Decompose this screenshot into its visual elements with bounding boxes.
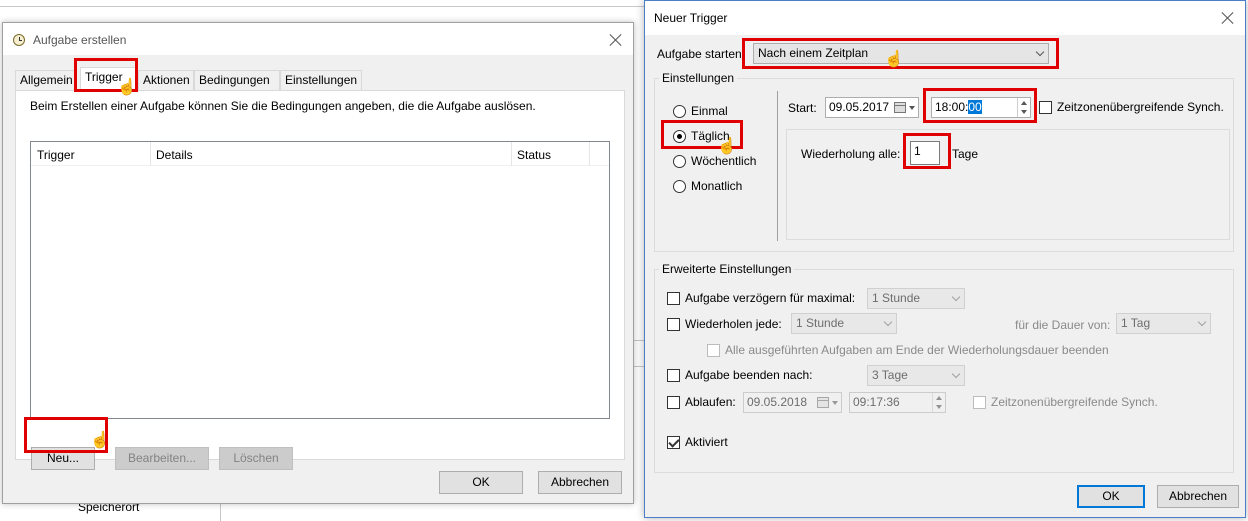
repeat-checkbox[interactable] — [667, 318, 680, 331]
stop-after-checkbox[interactable] — [667, 369, 680, 382]
duration-value: 1 Tag — [1121, 316, 1151, 330]
edit-trigger-button[interactable]: Bearbeiten... — [115, 447, 209, 470]
stop-all-label: Alle ausgeführten Aufgaben am Ende der W… — [725, 343, 1109, 357]
sync-timezones-label: Zeitzonenübergreifende Synch. — [1057, 100, 1224, 114]
tab-actions[interactable]: Aktionen — [138, 70, 194, 90]
trigger-tab-panel: Beim Erstellen einer Aufgabe können Sie … — [15, 90, 625, 470]
spin-down-icon[interactable] — [936, 405, 942, 409]
delay-select[interactable]: 1 Stunde — [867, 288, 965, 309]
column-header-trigger[interactable]: Trigger — [37, 148, 75, 162]
expire-checkbox[interactable] — [667, 396, 680, 409]
chevron-down-icon — [951, 292, 961, 302]
start-date-value: 09.05.2017 — [829, 100, 890, 114]
delay-value: 1 Stunde — [872, 291, 921, 305]
stop-after-label: Aufgabe beenden nach: — [685, 368, 813, 382]
enabled-label: Aktiviert — [685, 435, 728, 449]
hand-cursor-icon: ☝ — [117, 79, 137, 96]
start-label: Start: — [788, 101, 817, 115]
delete-trigger-button[interactable]: Löschen — [219, 447, 293, 470]
dialog-title: Neuer Trigger — [654, 11, 728, 25]
title-bar: Aufgabe erstellen — [3, 23, 633, 55]
highlight-box — [903, 133, 951, 169]
background-divider — [220, 504, 221, 521]
radio-once-label: Einmal — [691, 104, 728, 118]
radio-weekly[interactable] — [673, 155, 686, 168]
column-divider — [150, 142, 151, 166]
chevron-down-icon — [883, 317, 893, 327]
repeat-select[interactable]: 1 Stunde — [791, 313, 897, 334]
start-task-label: Aufgabe starten: — [657, 47, 746, 61]
settings-group-title: Einstellungen — [659, 71, 738, 85]
column-header-status[interactable]: Status — [517, 148, 551, 162]
column-header-details[interactable]: Details — [156, 148, 193, 162]
expire-label: Ablaufen: — [685, 395, 736, 409]
expire-time-value: 09:17:36 — [853, 395, 900, 409]
column-divider — [589, 142, 590, 166]
dialog-title: Aufgabe erstellen — [33, 33, 127, 47]
trigger-list[interactable]: Trigger Details Status — [30, 141, 610, 419]
daily-settings-panel — [786, 129, 1230, 240]
stop-after-select[interactable]: 3 Tage — [867, 365, 965, 386]
start-date-picker[interactable]: 09.05.2017 — [825, 97, 919, 118]
trigger-cancel-button[interactable]: Abbrechen — [1157, 485, 1239, 508]
dropdown-arrow-icon — [832, 401, 838, 405]
advanced-settings-title: Erweiterte Einstellungen — [659, 262, 795, 276]
chevron-down-icon — [951, 369, 961, 379]
radio-weekly-label: Wöchentlich — [691, 154, 757, 168]
duration-select[interactable]: 1 Tag — [1116, 313, 1211, 334]
tab-general[interactable]: Allgemein — [15, 70, 77, 90]
expire-sync-label: Zeitzonenübergreifende Synch. — [991, 395, 1158, 409]
ok-button[interactable]: OK — [439, 471, 523, 494]
cancel-button[interactable]: Abbrechen — [538, 471, 622, 494]
new-trigger-dialog: Neuer Trigger Aufgabe starten: Nach eine… — [644, 0, 1246, 518]
tab-settings[interactable]: Einstellungen — [280, 70, 362, 90]
sync-timezones-checkbox[interactable] — [1039, 101, 1052, 114]
highlight-box — [923, 88, 1037, 123]
repeat-every-label: Wiederholung alle: — [801, 147, 901, 161]
hand-cursor-icon: ☝ — [90, 432, 110, 449]
radio-once[interactable] — [673, 105, 686, 118]
hand-cursor-icon: ☝ — [884, 51, 904, 68]
enabled-checkbox[interactable] — [667, 436, 680, 449]
time-spinner[interactable] — [932, 393, 945, 412]
hand-cursor-icon: ☝ — [717, 138, 737, 155]
expire-time-field[interactable]: 09:17:36 — [849, 392, 946, 413]
close-icon[interactable] — [1221, 11, 1235, 25]
background-divider — [0, 6, 644, 7]
calendar-icon[interactable] — [894, 102, 906, 113]
close-icon[interactable] — [609, 33, 623, 47]
trigger-list-header: Trigger Details Status — [31, 142, 609, 166]
radio-monthly-label: Monatlich — [691, 179, 743, 193]
tab-conditions[interactable]: Bedingungen — [194, 70, 280, 90]
dropdown-arrow-icon — [909, 106, 915, 110]
expire-sync-checkbox[interactable] — [973, 396, 986, 409]
delay-checkbox[interactable] — [667, 292, 680, 305]
title-bar: Neuer Trigger — [645, 1, 1245, 35]
clock-icon — [13, 34, 25, 46]
stop-after-value: 3 Tage — [872, 368, 908, 382]
duration-label: für die Dauer von: — [1015, 318, 1111, 332]
repeat-value: 1 Stunde — [796, 316, 845, 330]
calendar-icon[interactable] — [817, 397, 829, 408]
repeat-label: Wiederholen jede: — [685, 317, 782, 331]
trigger-description: Beim Erstellen einer Aufgabe können Sie … — [30, 99, 536, 113]
vertical-separator — [777, 91, 778, 241]
repeat-unit-label: Tage — [952, 147, 979, 161]
background-divider — [634, 340, 644, 341]
delay-label: Aufgabe verzögern für maximal: — [685, 291, 856, 305]
expire-date-value: 09.05.2018 — [747, 395, 808, 409]
column-divider — [511, 142, 512, 166]
background-divider — [634, 366, 644, 367]
trigger-ok-button[interactable]: OK — [1077, 485, 1145, 508]
spin-up-icon[interactable] — [936, 396, 942, 400]
expire-date-picker[interactable]: 09.05.2018 — [743, 392, 842, 413]
chevron-down-icon — [1197, 317, 1207, 327]
radio-monthly[interactable] — [673, 180, 686, 193]
stop-all-checkbox[interactable] — [707, 344, 720, 357]
